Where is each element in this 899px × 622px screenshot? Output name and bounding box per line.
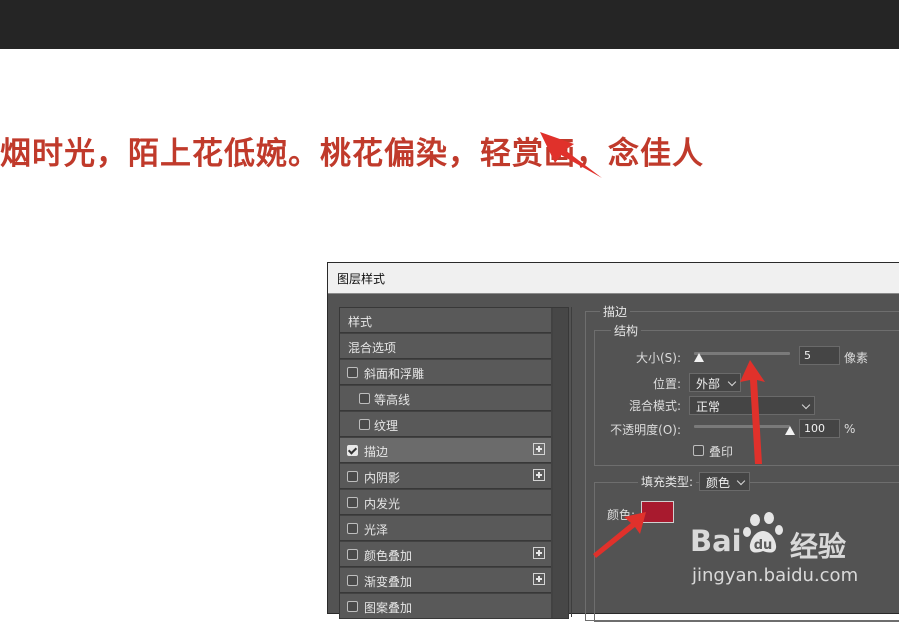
watermark-url: jingyan.baidu.com bbox=[692, 565, 859, 586]
style-list-header-styles[interactable]: 样式 bbox=[340, 308, 551, 333]
chevron-down-icon bbox=[727, 377, 737, 387]
opacity-slider-thumb[interactable] bbox=[785, 426, 795, 435]
bevel-emboss-checkbox[interactable] bbox=[347, 367, 358, 378]
dialog-title: 图层样式 bbox=[337, 272, 386, 286]
style-list-label: 纹理 bbox=[374, 419, 399, 433]
fill-type-select[interactable]: 颜色 bbox=[699, 472, 750, 491]
panel-divider bbox=[571, 307, 572, 617]
chevron-down-icon bbox=[736, 476, 746, 486]
size-input[interactable]: 5 bbox=[799, 346, 840, 365]
style-list-label: 混合选项 bbox=[348, 341, 397, 355]
satin-checkbox[interactable] bbox=[347, 523, 358, 534]
style-list-label: 渐变叠加 bbox=[364, 575, 413, 589]
add-stroke-plus-icon[interactable] bbox=[533, 443, 545, 455]
style-item-stroke[interactable]: 描边 bbox=[340, 438, 551, 463]
style-list-label: 颜色叠加 bbox=[364, 549, 413, 563]
style-item-pattern-overlay[interactable]: 图案叠加 bbox=[340, 594, 551, 618]
fill-type-select-value: 颜色 bbox=[706, 476, 731, 490]
contour-checkbox[interactable] bbox=[359, 393, 370, 404]
overprint-label: 叠印 bbox=[709, 445, 734, 459]
opacity-label: 不透明度(O): bbox=[610, 423, 681, 437]
watermark-jingyan: 经验 bbox=[790, 530, 847, 563]
style-item-color-overlay[interactable]: 颜色叠加 bbox=[340, 542, 551, 567]
annotation-arrow-icon bbox=[593, 512, 646, 558]
style-item-inner-shadow[interactable]: 内阴影 bbox=[340, 464, 551, 489]
position-select-value: 外部 bbox=[696, 377, 721, 391]
style-list-blending-options[interactable]: 混合选项 bbox=[340, 334, 551, 359]
style-list-label: 图案叠加 bbox=[364, 601, 413, 615]
overprint-checkbox[interactable] bbox=[693, 445, 704, 456]
color-overlay-checkbox[interactable] bbox=[347, 549, 358, 560]
inner-shadow-checkbox[interactable] bbox=[347, 471, 358, 482]
style-list-scrollbar[interactable] bbox=[553, 308, 568, 618]
size-slider-track[interactable] bbox=[694, 352, 790, 355]
style-item-gradient-overlay[interactable]: 渐变叠加 bbox=[340, 568, 551, 593]
style-item-contour[interactable]: 等高线 bbox=[340, 386, 551, 411]
annotation-arrow-icon bbox=[540, 132, 602, 178]
size-label: 大小(S): bbox=[635, 351, 681, 365]
style-item-inner-glow[interactable]: 内发光 bbox=[340, 490, 551, 515]
blend-mode-select-value: 正常 bbox=[696, 400, 721, 414]
add-gradient-overlay-plus-icon[interactable] bbox=[533, 573, 545, 585]
watermark-bai: Bai bbox=[690, 524, 742, 558]
pattern-overlay-checkbox[interactable] bbox=[347, 601, 358, 612]
style-list-label: 等高线 bbox=[374, 393, 411, 407]
annotation-arrow-icon bbox=[740, 360, 765, 464]
inner-glow-checkbox[interactable] bbox=[347, 497, 358, 508]
watermark-du: du bbox=[754, 538, 773, 553]
style-list-label: 光泽 bbox=[364, 523, 389, 537]
add-color-overlay-plus-icon[interactable] bbox=[533, 547, 545, 559]
position-label: 位置: bbox=[652, 377, 681, 391]
style-list: 样式 混合选项 斜面和浮雕 等高线 纹理 描边 内阴影 内发光 光泽 颜色叠加 … bbox=[339, 307, 569, 619]
chevron-down-icon bbox=[801, 400, 811, 410]
style-item-bevel-emboss[interactable]: 斜面和浮雕 bbox=[340, 360, 551, 385]
style-list-label: 内阴影 bbox=[364, 471, 401, 485]
style-list-label: 斜面和浮雕 bbox=[364, 367, 425, 381]
stroke-checkbox[interactable] bbox=[347, 445, 358, 456]
opacity-unit: % bbox=[844, 422, 856, 436]
opacity-input[interactable]: 100 bbox=[799, 419, 840, 438]
position-select[interactable]: 外部 bbox=[689, 373, 741, 392]
style-list-label: 样式 bbox=[348, 315, 373, 329]
size-unit: 像素 bbox=[844, 351, 869, 365]
structure-group-title: 结构 bbox=[611, 322, 642, 339]
style-item-texture[interactable]: 纹理 bbox=[340, 412, 551, 437]
style-item-satin[interactable]: 光泽 bbox=[340, 516, 551, 541]
size-slider-thumb[interactable] bbox=[693, 353, 704, 362]
style-list-label: 描边 bbox=[364, 445, 389, 459]
style-list-label: 内发光 bbox=[364, 497, 401, 511]
stroke-group-title: 描边 bbox=[600, 303, 631, 320]
dialog-titlebar[interactable]: 图层样式 bbox=[328, 263, 899, 294]
baidu-paw-icon: du bbox=[743, 512, 783, 553]
texture-checkbox[interactable] bbox=[359, 419, 370, 430]
blend-mode-label: 混合模式: bbox=[628, 399, 681, 413]
fill-type-label: 填充类型: bbox=[638, 473, 697, 490]
add-inner-shadow-plus-icon[interactable] bbox=[533, 469, 545, 481]
app-top-bar bbox=[0, 0, 899, 49]
gradient-overlay-checkbox[interactable] bbox=[347, 575, 358, 586]
